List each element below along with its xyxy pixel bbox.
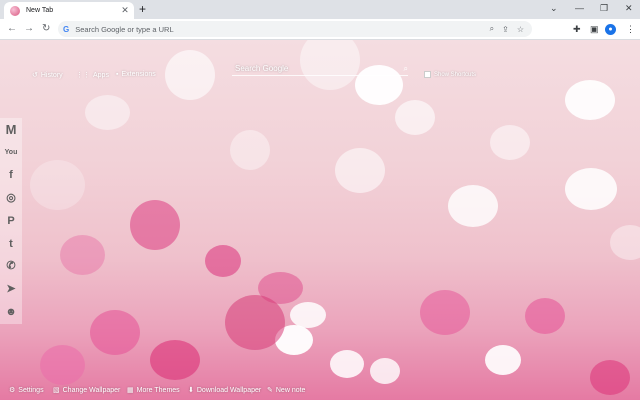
bokeh-pink — [590, 360, 630, 395]
apps-grid-icon: ⋮⋮ — [76, 72, 90, 79]
reload-icon[interactable]: ↻ — [42, 23, 50, 35]
bokeh-light — [165, 50, 215, 100]
back-icon[interactable]: ← — [7, 23, 17, 35]
share-icon[interactable]: ⇪ — [502, 25, 509, 34]
bokeh-light — [490, 125, 530, 160]
telegram-icon[interactable]: ➤ — [3, 281, 19, 297]
google-icon: G — [63, 24, 70, 34]
apps-link[interactable]: ⋮⋮ Apps — [76, 71, 109, 80]
history-link[interactable]: ↺ History — [32, 71, 63, 80]
more-themes-link[interactable]: ▦ More Themes — [127, 386, 180, 395]
bokeh-pink — [525, 298, 565, 334]
gear-icon: ⚙ — [9, 387, 16, 394]
wallpaper — [0, 40, 640, 400]
reddit-icon[interactable]: ☻ — [3, 304, 19, 320]
bokeh-pink — [225, 295, 285, 350]
bokeh-pink — [60, 235, 105, 275]
bokeh-pink — [130, 200, 180, 250]
bokeh-light — [230, 130, 270, 170]
tab-title: New Tab — [26, 7, 54, 14]
favicon-icon — [10, 5, 20, 16]
bokeh-light — [610, 225, 640, 260]
profile-avatar[interactable]: ● — [605, 24, 616, 35]
twitter-icon[interactable]: t — [3, 236, 19, 252]
history-label: History — [40, 71, 63, 79]
facebook-icon[interactable]: f — [3, 167, 19, 183]
puzzle-icon: ▪ — [116, 71, 119, 78]
show-shortcuts-toggle[interactable]: Show Shortcuts — [424, 71, 476, 78]
minimize-button[interactable]: — — [575, 2, 584, 14]
menu-icon[interactable]: ⋮ — [626, 23, 635, 35]
whatsapp-icon[interactable]: ✆ — [3, 258, 19, 274]
settings-link[interactable]: ⚙ Settings — [9, 386, 44, 395]
bokeh-light — [565, 80, 615, 120]
omnibox-placeholder: Search Google or type a URL — [75, 24, 174, 34]
themes-icon: ▦ — [127, 387, 134, 394]
apps-label: Apps — [93, 71, 109, 79]
gmail-icon[interactable]: M — [3, 122, 19, 138]
search-box[interactable]: Search Google ⌕ — [232, 62, 408, 76]
zoom-icon[interactable]: ⌕ — [490, 24, 494, 34]
pinterest-icon[interactable]: P — [3, 213, 19, 229]
bokeh-light — [330, 350, 364, 378]
note-icon: ✎ — [267, 387, 273, 394]
bokeh-light — [448, 185, 498, 227]
settings-label: Settings — [18, 386, 44, 394]
bokeh-pink — [40, 345, 85, 385]
shortcuts-checkbox[interactable] — [424, 71, 431, 78]
bokeh-light — [30, 160, 85, 210]
bokeh-light — [370, 358, 400, 384]
tab-search-icon[interactable]: ⌄ — [550, 2, 558, 14]
restore-button[interactable]: ❐ — [600, 2, 608, 14]
bokeh-light — [565, 168, 617, 210]
show-shortcuts-label: Show Shortcuts — [434, 71, 477, 78]
close-window-button[interactable]: ✕ — [625, 2, 633, 14]
bokeh-pink — [420, 290, 470, 335]
side-panel-icon[interactable]: ▣ — [590, 23, 599, 35]
search-icon[interactable]: ⌕ — [404, 64, 408, 74]
more-themes-label: More Themes — [136, 386, 180, 394]
forward-icon[interactable]: → — [24, 23, 34, 35]
bokeh-light — [335, 148, 385, 193]
download-wallpaper-label: Download Wallpaper — [196, 386, 262, 394]
bokeh-pink — [90, 310, 140, 355]
new-note-label: New note — [275, 386, 306, 394]
history-icon: ↺ — [32, 72, 38, 79]
download-icon: ⬇ — [188, 387, 194, 394]
tab-new-tab[interactable]: New Tab ✕ — [4, 2, 134, 19]
bokeh-light — [85, 95, 130, 130]
new-note-link[interactable]: ✎ New note — [267, 386, 306, 395]
bokeh-light — [395, 100, 435, 135]
omnibox[interactable]: G Search Google or type a URL ⌕ ⇪ ☆ — [58, 21, 532, 37]
instagram-icon[interactable]: ◎ — [3, 190, 19, 206]
close-tab-icon[interactable]: ✕ — [119, 6, 131, 15]
extensions-link[interactable]: ▪ Extensions — [116, 71, 156, 78]
search-placeholder: Search Google — [235, 64, 289, 73]
new-tab-button[interactable]: + — [139, 3, 146, 16]
extensions-icon[interactable]: ✚ — [573, 23, 581, 35]
bookmark-star-icon[interactable]: ☆ — [517, 25, 524, 34]
image-icon: ▧ — [53, 387, 60, 394]
change-wallpaper-link[interactable]: ▧ Change Wallpaper — [53, 386, 121, 395]
download-wallpaper-link[interactable]: ⬇ Download Wallpaper — [188, 386, 262, 395]
bokeh-pink — [150, 340, 200, 380]
bokeh-light — [485, 345, 521, 375]
youtube-icon[interactable]: You — [0, 145, 22, 161]
bokeh-pink — [205, 245, 241, 277]
extensions-label: Extensions — [121, 71, 156, 78]
change-wallpaper-label: Change Wallpaper — [62, 386, 121, 394]
